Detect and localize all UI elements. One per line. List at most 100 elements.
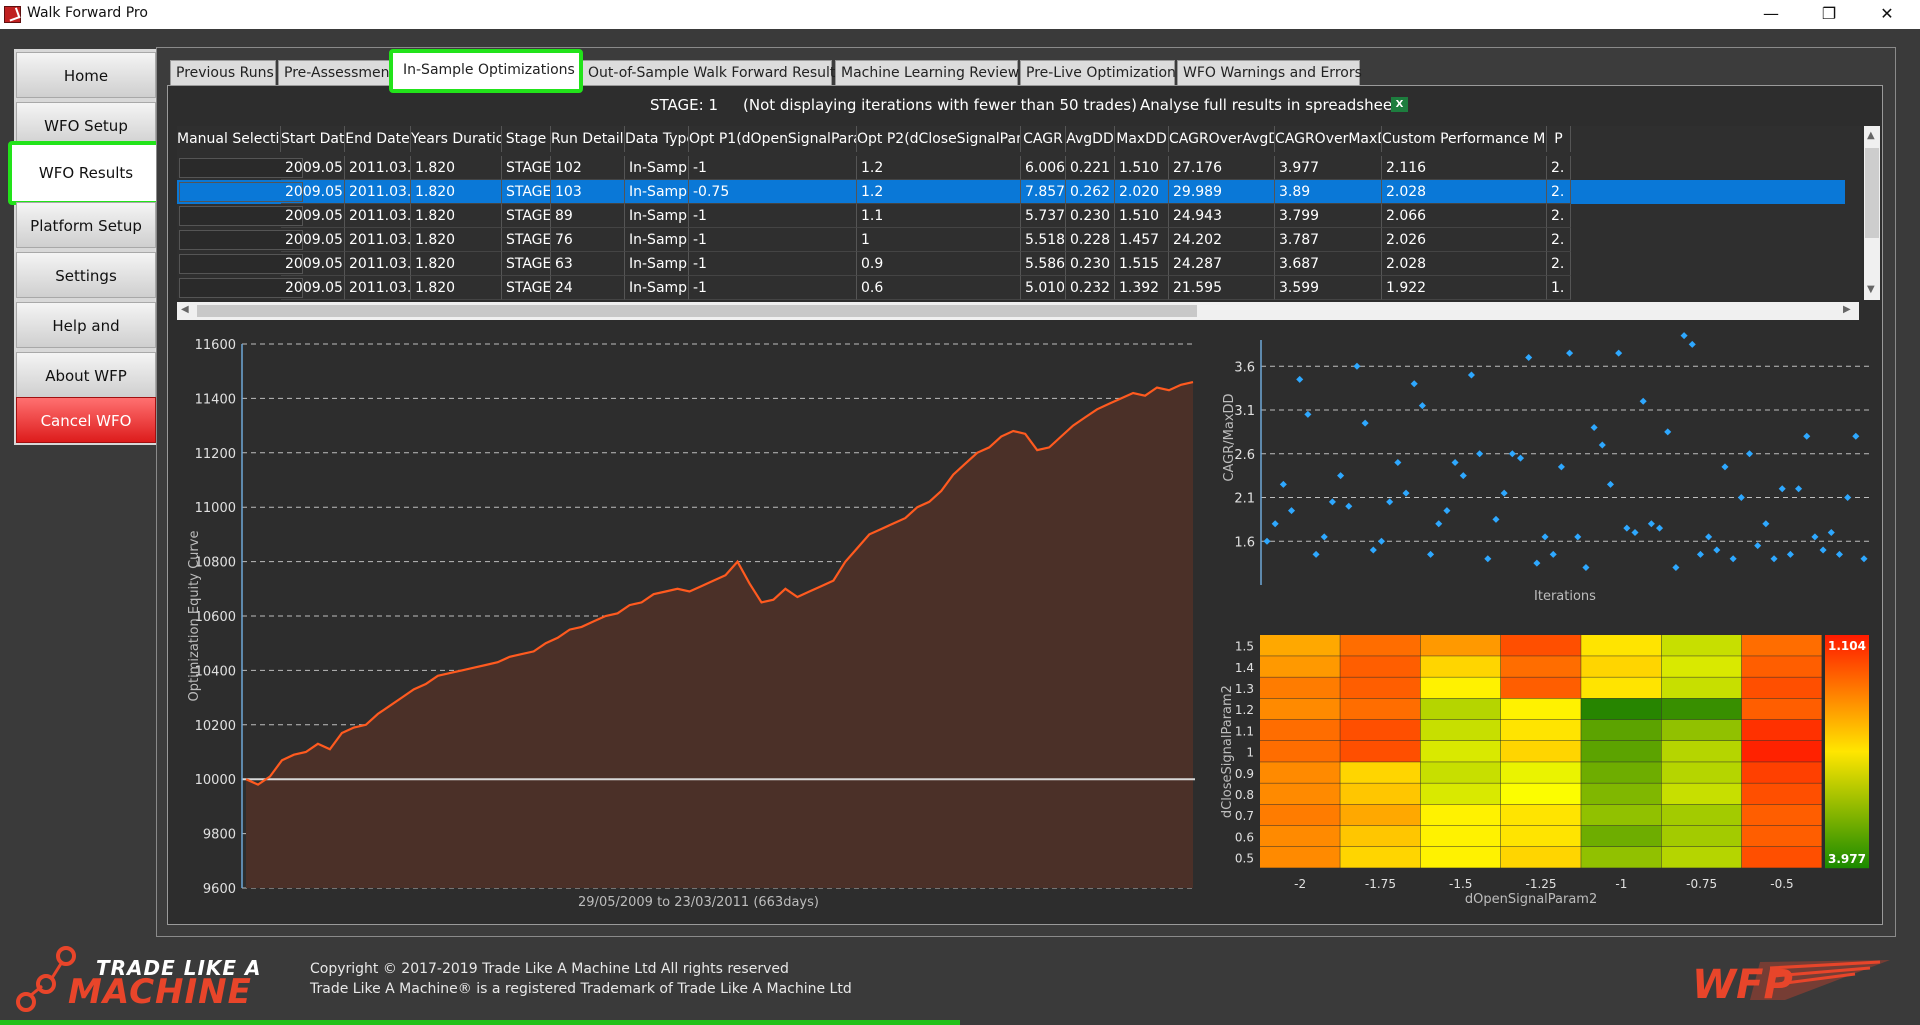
column-header[interactable]: Stage — [502, 126, 551, 152]
table-cell: 0.221 — [1066, 156, 1115, 180]
column-header[interactable]: CAGROverMaxDD — [1275, 126, 1382, 152]
table-cell: -0.75 — [689, 180, 857, 204]
heatmap-cell — [1500, 762, 1581, 783]
column-header[interactable]: Data Type — [625, 126, 689, 152]
table-cell: In-Sample — [625, 276, 689, 300]
x-tick-label: -1.25 — [1526, 877, 1557, 891]
minimize-button[interactable]: — — [1742, 0, 1800, 29]
table-row[interactable]: 2009.05.292011.03.221.820STAGE124In-Samp… — [177, 276, 1845, 300]
scroll-right-icon[interactable]: ▶ — [1843, 304, 1851, 315]
scatter-point — [1844, 493, 1852, 502]
tab-previous-runs[interactable]: Previous Runs — [170, 60, 276, 86]
scatter-point — [1279, 480, 1287, 488]
table-cell: STAGE1 — [502, 228, 551, 252]
scatter-point — [1287, 507, 1296, 515]
column-header[interactable]: Custom Performance Metric — [1382, 126, 1547, 152]
column-header[interactable]: Years Duration — [411, 126, 502, 152]
tab-wfo-warnings-errors[interactable]: WFO Warnings and Errors — [1177, 60, 1362, 86]
y-tick-label: 11200 — [195, 447, 236, 462]
scroll-thumb-horizontal[interactable] — [197, 305, 1197, 317]
heatmap-cell — [1741, 698, 1822, 720]
column-header[interactable]: Opt P1(dOpenSignalParam2) — [689, 126, 857, 152]
heatmap-cell — [1741, 656, 1822, 677]
scatter-point — [1467, 371, 1475, 379]
table-row[interactable]: 2009.05.292011.03.221.820STAGE1102In-Sam… — [177, 156, 1845, 180]
scatter-point — [1304, 410, 1312, 418]
table-cell: STAGE1 — [502, 276, 551, 300]
scatter-point — [1508, 450, 1516, 458]
scatter-point — [1811, 533, 1819, 541]
scroll-left-icon[interactable]: ◀ — [181, 304, 189, 315]
column-header[interactable]: End Date — [345, 126, 411, 152]
heatmap-cell — [1581, 677, 1661, 699]
column-header[interactable]: Manual Selection — [177, 126, 281, 152]
heatmap-cell — [1581, 804, 1661, 826]
window-title: Walk Forward Pro — [27, 5, 148, 21]
table-cell: -1 — [689, 276, 857, 300]
table-cell: 1.510 — [1115, 156, 1169, 180]
x-axis-label: Iterations — [1534, 589, 1596, 604]
tab-machine-learning-review[interactable]: Machine Learning Review — [835, 60, 1019, 86]
table-cell: 1.457 — [1115, 228, 1169, 252]
heatmap-cell — [1420, 825, 1501, 847]
table-cell: 1.2 — [857, 180, 1021, 204]
nav-about-button[interactable]: About WFP — [16, 352, 156, 398]
scatter-point — [1721, 463, 1729, 471]
nav-wfo-results-button[interactable]: WFO Results — [8, 141, 164, 205]
nav-settings-button[interactable]: Settings — [16, 252, 156, 298]
heatmap-cell — [1661, 847, 1742, 868]
stage-label: STAGE: 1 — [650, 96, 718, 114]
scatter-point — [1427, 550, 1435, 558]
table-row[interactable]: 2009.05.292011.03.221.820STAGE176In-Samp… — [177, 228, 1845, 252]
tab-pre-assessment[interactable]: Pre-Assessment — [278, 60, 395, 86]
excel-icon[interactable]: X — [1391, 97, 1408, 112]
column-header[interactable]: AvgDD — [1066, 126, 1115, 152]
table-cell: 89 — [551, 204, 625, 228]
table-row[interactable]: 2009.05.292011.03.221.820STAGE163In-Samp… — [177, 252, 1845, 276]
scatter-point — [1778, 485, 1786, 493]
column-header[interactable]: CAGROverAvgDD — [1169, 126, 1275, 152]
restore-button[interactable]: ❐ — [1800, 0, 1858, 29]
column-header[interactable]: Run Details — [551, 126, 625, 152]
scatter-point — [1500, 489, 1508, 497]
scatter-point — [1745, 450, 1754, 458]
nav-home-button[interactable]: Home — [16, 52, 156, 98]
table-cell: 1. — [1547, 276, 1571, 300]
column-header[interactable]: MaxDD — [1115, 126, 1169, 152]
table-row[interactable]: 2009.05.292011.03.221.820STAGE189In-Samp… — [177, 204, 1845, 228]
heatmap-cell — [1340, 847, 1421, 868]
column-header[interactable]: CAGR — [1021, 126, 1066, 152]
table-cell: 2. — [1547, 228, 1571, 252]
scroll-thumb[interactable] — [1865, 148, 1879, 238]
column-header[interactable]: P — [1547, 126, 1571, 152]
tab-pre-live-optimization[interactable]: Pre-Live Optimization — [1020, 60, 1176, 86]
scroll-down-icon[interactable]: ▼ — [1867, 284, 1875, 295]
scroll-up-icon[interactable]: ▲ — [1867, 130, 1875, 141]
y-tick-label: 10000 — [195, 773, 236, 788]
close-button[interactable]: ✕ — [1858, 0, 1916, 29]
table-vertical-scrollbar[interactable]: ▲ ▼ — [1864, 126, 1880, 300]
x-tick-label: -0.75 — [1686, 877, 1717, 891]
scatter-point — [1476, 450, 1484, 458]
table-horizontal-scrollbar[interactable]: ◀ ▶ — [177, 302, 1859, 320]
column-header[interactable]: Opt P2(dCloseSignalParam2) — [857, 126, 1021, 152]
spreadsheet-link[interactable]: Analyse full results in spreadsheet — [1140, 96, 1398, 114]
tab-oos-walk-forward-results[interactable]: Out-of-Sample Walk Forward Results — [582, 60, 843, 86]
title-bar: Walk Forward Pro — ❐ ✕ — [0, 0, 1920, 29]
scatter-point — [1320, 533, 1328, 541]
scatter-point — [1451, 458, 1459, 467]
table-row[interactable]: 2009.05.292011.03.221.820STAGE1103In-Sam… — [177, 180, 1845, 204]
heatmap-cell — [1741, 804, 1822, 826]
scatter-point — [1402, 489, 1410, 497]
nav-platform-setup-button[interactable]: Platform Setup — [16, 202, 156, 248]
tab-in-sample-optimizations[interactable]: In-Sample Optimizations — [389, 49, 583, 93]
heatmap-cell — [1260, 847, 1340, 868]
cancel-wfo-button[interactable]: Cancel WFO — [16, 397, 156, 443]
column-header[interactable]: Start Date — [281, 126, 345, 152]
heatmap-cell — [1661, 719, 1742, 741]
scatter-point — [1566, 349, 1574, 357]
heatmap-chart: 1.5 1.4 1.3 1.2 1.1 1 0.9 0.8 0.7 0.6 0.5 -2 -1.75 -1… — [1220, 635, 1869, 907]
table-cell: 2. — [1547, 252, 1571, 276]
heatmap-cell — [1420, 635, 1501, 656]
nav-help-feedback-button[interactable]: Help and Feedback — [16, 302, 156, 381]
